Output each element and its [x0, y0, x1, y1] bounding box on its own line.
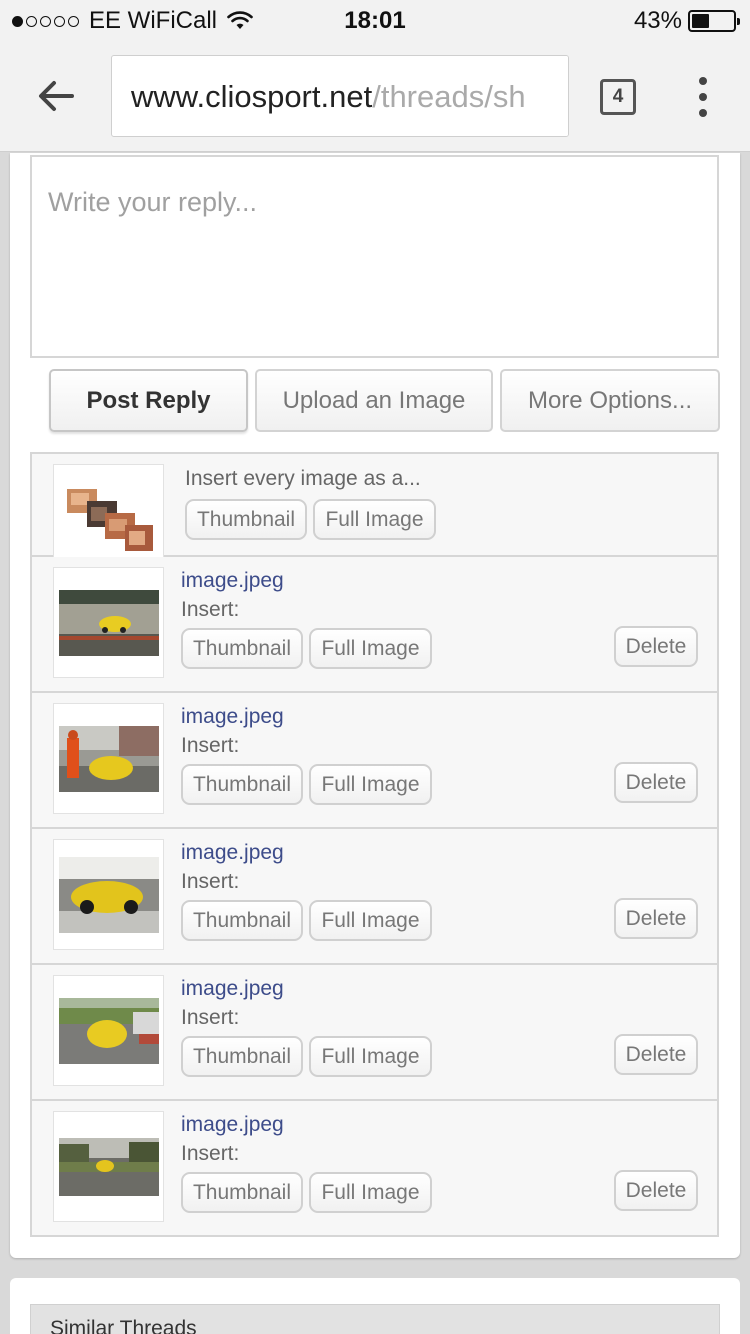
battery-status: 43% — [633, 7, 740, 35]
insert-label: Insert: — [181, 734, 240, 757]
delete-button[interactable]: Delete — [614, 1034, 698, 1075]
upload-image-button[interactable]: Upload an Image — [255, 369, 493, 432]
reply-textarea[interactable]: Write your reply... — [30, 155, 719, 358]
insert-thumbnail-button[interactable]: Thumbnail — [181, 628, 303, 669]
attachment-filename[interactable]: image.jpeg — [181, 1113, 284, 1137]
insert-thumbnail-button[interactable]: Thumbnail — [181, 1172, 303, 1213]
attachment-filename[interactable]: image.jpeg — [181, 977, 284, 1001]
battery-percent: 43% — [633, 7, 682, 34]
insert-label: Insert: — [181, 598, 240, 621]
back-arrow-icon — [39, 81, 74, 111]
insert-thumbnail-button[interactable]: Thumbnail — [181, 1036, 303, 1077]
insert-full-image-button[interactable]: Full Image — [309, 1036, 432, 1077]
similar-threads-header: Similar Threads — [30, 1304, 720, 1334]
back-button[interactable] — [34, 74, 78, 118]
attachment-filename[interactable]: image.jpeg — [181, 569, 284, 593]
insert-full-image-button[interactable]: Full Image — [309, 764, 432, 805]
url-path: /threads/sh — [372, 79, 526, 114]
delete-button[interactable]: Delete — [614, 1170, 698, 1211]
attachment-filename[interactable]: image.jpeg — [181, 705, 284, 729]
insert-label: Insert: — [181, 1142, 240, 1165]
post-reply-button[interactable]: Post Reply — [49, 369, 248, 432]
reply-card: Write your reply... Post Reply Upload an… — [10, 153, 740, 1258]
more-options-button[interactable]: More Options... — [500, 369, 720, 432]
insert-full-image-button[interactable]: Full Image — [309, 628, 432, 669]
insert-label: Insert: — [181, 870, 240, 893]
insert-full-image-button[interactable]: Full Image — [309, 1172, 432, 1213]
attachment-thumbnail[interactable] — [53, 975, 164, 1086]
overflow-menu-icon[interactable] — [690, 77, 716, 117]
tabs-icon[interactable]: 4 — [600, 79, 636, 115]
attachment-filename[interactable]: image.jpeg — [181, 841, 284, 865]
insert-all-label: Insert every image as a... — [185, 467, 421, 490]
insert-all-row: Insert every image as a... Thumbnail Ful… — [30, 452, 719, 575]
similar-threads-card: Similar Threads — [10, 1278, 740, 1334]
attachment-row: image.jpeg Insert: Thumbnail Full Image … — [30, 693, 719, 829]
delete-button[interactable]: Delete — [614, 626, 698, 667]
insert-all-thumbnail-button[interactable]: Thumbnail — [185, 499, 307, 540]
attachment-thumbnail[interactable] — [53, 1111, 164, 1222]
address-bar[interactable]: www.cliosport.net/threads/sh — [111, 55, 569, 137]
attachment-thumbnail[interactable] — [53, 703, 164, 814]
attachment-row: image.jpeg Insert: Thumbnail Full Image … — [30, 965, 719, 1101]
insert-full-image-button[interactable]: Full Image — [309, 900, 432, 941]
insert-all-full-image-button[interactable]: Full Image — [313, 499, 436, 540]
url-host: www.cliosport.net — [131, 79, 373, 114]
battery-icon — [688, 10, 740, 32]
attachment-thumbnail[interactable] — [53, 567, 164, 678]
browser-toolbar: www.cliosport.net/threads/sh 4 — [0, 40, 750, 152]
attachment-row: image.jpeg Insert: Thumbnail Full Image … — [30, 829, 719, 965]
delete-button[interactable]: Delete — [614, 898, 698, 939]
insert-label: Insert: — [181, 1006, 240, 1029]
attachment-row: image.jpeg Insert: Thumbnail Full Image … — [30, 557, 719, 693]
attachment-row: image.jpeg Insert: Thumbnail Full Image … — [30, 1101, 719, 1237]
insert-thumbnail-button[interactable]: Thumbnail — [181, 900, 303, 941]
status-bar: EE WiFiCall 18:01 43% — [0, 0, 750, 40]
insert-thumbnail-button[interactable]: Thumbnail — [181, 764, 303, 805]
attachment-list: Insert every image as a... Thumbnail Ful… — [30, 452, 719, 1237]
delete-button[interactable]: Delete — [614, 762, 698, 803]
attachment-thumbnail[interactable] — [53, 839, 164, 950]
